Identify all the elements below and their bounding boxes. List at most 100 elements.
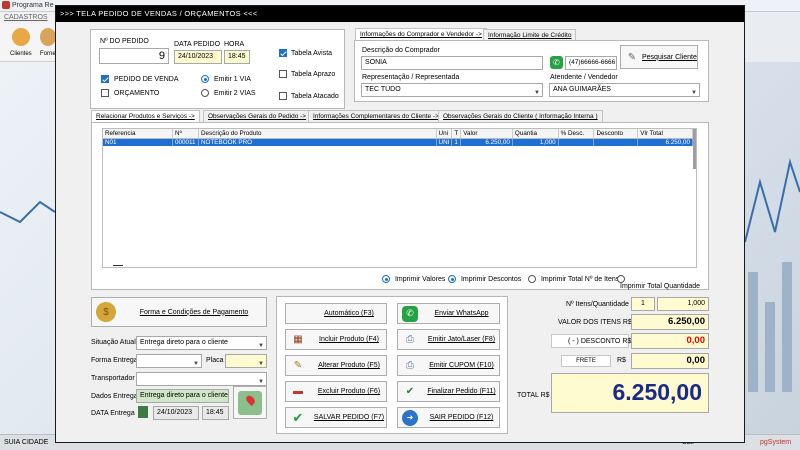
situacao-select[interactable]: Entrega direto para o cliente ▼ [136, 336, 267, 350]
whatsapp-icon: ✆ [402, 305, 418, 322]
rep-select[interactable]: TEC TUDO ▼ [361, 83, 543, 97]
print-discounts-label: Imprimir Descontos [460, 275, 522, 283]
rep-value: TEC TUDO [365, 86, 401, 93]
grid-header-cell[interactable]: Referencia [103, 129, 174, 139]
tab-client-notes[interactable]: Observações Gerais do Cliente ( Informaç… [438, 110, 603, 122]
incluir-produto-button[interactable]: ▦ Incluir Produto (F4) [285, 329, 387, 350]
emitir-1-via-radio[interactable] [201, 75, 209, 83]
buyer-desc-field[interactable]: SONIA [361, 56, 543, 70]
pedido-venda-option[interactable]: PEDIDO DE VENDA [101, 75, 179, 83]
chevron-down-icon: ▼ [193, 361, 199, 367]
grid-header-cell[interactable]: Desconto [593, 129, 639, 139]
payment-conditions-button[interactable]: $ Forma e Condições de Pagamento [91, 297, 267, 327]
itens-qty-field: 1,000 [657, 297, 709, 311]
emitir-2-vias-option[interactable]: Emitir 2 VIAS [201, 89, 256, 97]
orcamento-checkbox[interactable] [101, 89, 109, 97]
grid-horizontal-scroll[interactable] [113, 265, 123, 266]
alterar-produto-button[interactable]: ✎ Alterar Produto (F5) [285, 355, 387, 376]
sair-pedido-button[interactable]: ➜ SAIR PEDIDO (F12) [397, 407, 500, 428]
seller-value: ANA GUIMARÃES [553, 86, 611, 93]
dados-entrega-field[interactable]: Entrega direto para o cliente [136, 389, 229, 403]
print-total-qty-option[interactable]: Imprimir Total Quantidade [617, 275, 708, 290]
desconto-field[interactable]: 0,00 [631, 333, 709, 349]
print-values-option[interactable]: Imprimir Valores [382, 275, 445, 283]
finalize-icon: ✔ [405, 386, 415, 397]
grid-header-cell[interactable]: Descrição do Produto [198, 129, 437, 139]
transportador-select[interactable]: ▼ [136, 372, 267, 386]
placa-select[interactable]: ▼ [225, 354, 267, 368]
emitir-cupom-button[interactable]: ⎙ Emitir CUPOM (F10) [397, 355, 500, 376]
order-number-field[interactable]: 9 [99, 48, 169, 64]
printer-icon: ⎙ [406, 334, 414, 345]
emitir-jato-button[interactable]: ⎙ Emitir Jato/Laser (F8) [397, 329, 500, 350]
whatsapp-button[interactable]: ✆ Enviar WhatsApp [397, 303, 500, 324]
map-button[interactable] [233, 386, 267, 419]
print-total-items-option[interactable]: Imprimir Total Nº de Itens [528, 275, 619, 283]
tab-client-info[interactable]: Informações Complementares do Cliente -> [308, 110, 444, 122]
grid-header-cell[interactable]: Vlr Total [637, 129, 693, 139]
automatico-label: Automático (F3) [324, 310, 374, 317]
order-time-field[interactable]: 18:45 [224, 50, 250, 64]
tab-order-notes[interactable]: Observações Gerais do Pedido -> [203, 110, 312, 122]
forma-entrega-select[interactable]: ▼ [136, 354, 202, 368]
finalizar-pedido-button[interactable]: ✔ Finalizar Pedido (F11) [397, 381, 500, 402]
print-discounts-radio[interactable] [448, 275, 456, 283]
background-app-title: Programa Re [12, 2, 54, 9]
grid-header-cell[interactable]: T [451, 129, 462, 139]
grid-scrollbar[interactable] [693, 129, 696, 169]
calendar-icon[interactable] [138, 406, 148, 418]
print-total-qty-label: Imprimir Total Quantidade [620, 283, 701, 290]
order-date-field[interactable]: 24/10/2023 [174, 50, 222, 64]
payment-conditions-label: Forma e Condições de Pagamento [139, 308, 249, 316]
grid-header-cell[interactable]: Valor [460, 129, 513, 139]
print-total-qty-radio[interactable] [617, 275, 625, 283]
toolbar-clientes-button[interactable]: Clientes [6, 28, 36, 60]
whatsapp-icon[interactable]: ✆ [550, 56, 563, 69]
print-values-radio[interactable] [382, 275, 390, 283]
situacao-label: Situação Atual [91, 339, 136, 346]
print-total-items-radio[interactable] [528, 275, 536, 283]
tab-products[interactable]: Relacionar Produtos e Serviços -> [91, 110, 200, 122]
orcamento-option[interactable]: ORÇAMENTO [101, 89, 159, 97]
hora-entrega-field[interactable]: 18:45 [202, 406, 229, 420]
seller-select[interactable]: ANA GUIMARÃES ▼ [549, 83, 700, 97]
grid-header-cell[interactable]: % Desc. [558, 129, 595, 139]
grid-header-cell[interactable]: Quantia [512, 129, 559, 139]
tab-buyer-info[interactable]: Informações do Comprador e Vendedor -> [355, 28, 487, 40]
itens-count-field: 1 [631, 297, 655, 311]
products-panel: Referencia Nº Descrição do Produto Uni T… [91, 122, 709, 290]
tabela-avista-checkbox[interactable] [279, 49, 287, 57]
pedido-venda-checkbox[interactable] [101, 75, 109, 83]
dialog-title: >>> TELA PEDIDO DE VENDAS / ORÇAMENTOS <… [56, 6, 744, 22]
tabela-aprazo-option[interactable]: Tabela Aprazo [279, 70, 335, 78]
salvar-pedido-button[interactable]: ✔ SALVAR PEDIDO (F7) [285, 407, 387, 428]
tabela-avista-option[interactable]: Tabela Avista [279, 49, 332, 57]
sair-pedido-label: SAIR PEDIDO (F12) [429, 414, 494, 421]
grid-header-cell[interactable]: Nº [172, 129, 199, 139]
automatico-button[interactable]: Automático (F3) [285, 303, 387, 324]
incluir-produto-label: Incluir Produto (F4) [319, 336, 379, 343]
chevron-down-icon: ▼ [691, 90, 697, 96]
table-row[interactable]: N01 000011 NOTEBOOK PRO UNI 1 6.250,00 1… [103, 138, 693, 146]
data-entrega-field[interactable]: 24/10/2023 [153, 406, 199, 420]
exit-icon: ➜ [402, 409, 418, 426]
buyer-phone-field[interactable]: (47)66666-6666 [565, 56, 617, 70]
print-discounts-option[interactable]: Imprimir Descontos [448, 275, 521, 283]
grid-header-cell[interactable]: Uni [436, 129, 453, 139]
menu-cadastros[interactable]: CADASTROS [4, 14, 48, 21]
excluir-produto-button[interactable]: ▬ Excluir Produto (F6) [285, 381, 387, 402]
excluir-produto-label: Excluir Produto (F6) [317, 388, 381, 395]
automatico-icon [290, 306, 306, 322]
cell-percent-desc [558, 138, 595, 146]
products-grid[interactable]: Referencia Nº Descrição do Produto Uni T… [102, 128, 697, 268]
tabela-aprazo-checkbox[interactable] [279, 70, 287, 78]
search-client-button[interactable]: ✎ Pesquisar Cliente [620, 45, 698, 69]
emitir-1-via-option[interactable]: Emitir 1 VIA [201, 75, 251, 83]
chevron-down-icon: ▼ [534, 90, 540, 96]
itens-label: Nº Itens/Quantidade [566, 301, 629, 308]
tabela-atacado-option[interactable]: Tabela Atacado [279, 92, 339, 100]
frete-field[interactable]: 0,00 [631, 353, 709, 369]
emitir-2-vias-radio[interactable] [201, 89, 209, 97]
tabela-atacado-checkbox[interactable] [279, 92, 287, 100]
cell-vlr-total: 6.250,00 [637, 138, 693, 146]
